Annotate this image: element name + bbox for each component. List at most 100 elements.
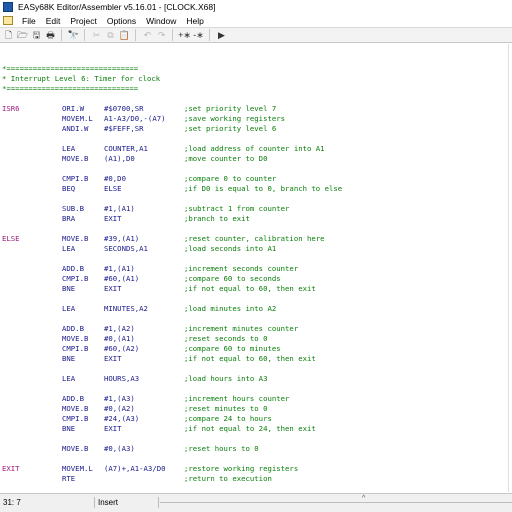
code-line: LEA HOURS,A3 ;load hours into A3 xyxy=(0,374,508,384)
copy-icon[interactable]: ⧉ xyxy=(105,30,116,41)
code-opcode: MOVE.B xyxy=(62,154,89,163)
code-operands: #0,(A2) xyxy=(104,404,135,413)
code-opcode: LEA xyxy=(62,304,76,313)
code-opcode: SUB.B xyxy=(62,204,84,213)
code-opcode: CMPI.B xyxy=(62,274,89,283)
code-opcode: CMPI.B xyxy=(62,414,89,423)
print-icon[interactable]: 🖶 xyxy=(45,30,56,41)
code-line: ISR6 ORI.W #$0700,SR ;set priority level 7 xyxy=(0,104,508,114)
code-opcode: LEA xyxy=(62,244,76,253)
code-operands: (A1),D0 xyxy=(104,154,135,163)
code-line: MOVE.B #0,(A2) ;reset minutes to 0 xyxy=(0,404,508,414)
code-line: LEA SECONDS,A1 ;load seconds into A1 xyxy=(0,244,508,254)
scroll-caret-icon[interactable]: ^ xyxy=(362,495,365,502)
header-comment: *============================== xyxy=(2,84,139,93)
code-opcode: ADD.B xyxy=(62,324,84,333)
open-file-icon[interactable]: 🗁 xyxy=(17,30,28,41)
right-margin-line xyxy=(508,44,509,492)
code-comment: ;increment minutes counter xyxy=(184,324,299,333)
code-operands: EXIT xyxy=(104,354,122,363)
code-opcode: ANDI.W xyxy=(62,124,89,133)
code-line: ANDI.W #$FEFF,SR ;set priority level 6 xyxy=(0,124,508,134)
code-opcode: MOVE.B xyxy=(62,234,89,243)
code-comment: ;restore working registers xyxy=(184,464,299,473)
toolbar: 🗋 🗁 🖫 🖶 🔭 ✂ ⧉ 📋 ↶ ↷ +∗ -∗ ▶ xyxy=(0,27,512,43)
code-line: BRA EXIT ;branch to exit xyxy=(0,214,508,224)
toolbar-separator xyxy=(135,29,136,41)
code-comment: ;load seconds into A1 xyxy=(184,244,277,253)
code-operands: #1,(A1) xyxy=(104,204,135,213)
code-operands: COUNTER,A1 xyxy=(104,144,148,153)
toolbar-separator xyxy=(172,29,173,41)
insert-mode: Insert xyxy=(94,497,156,508)
code-opcode: BNE xyxy=(62,284,76,293)
code-comment: ;if D0 is equal to 0, branch to else xyxy=(184,184,343,193)
cut-icon[interactable]: ✂ xyxy=(91,30,102,41)
code-operands: #0,(A3) xyxy=(104,444,135,453)
code-operands: SECONDS,A1 xyxy=(104,244,148,253)
code-line: RTE ;return to execution xyxy=(0,474,508,484)
code-operands: MINUTES,A2 xyxy=(104,304,148,313)
code-line: CMPI.B #0,D0 ;compare 0 to counter xyxy=(0,174,508,184)
menu-help[interactable]: Help xyxy=(181,16,208,26)
menu-window[interactable]: Window xyxy=(141,16,181,26)
undo-icon[interactable]: ↶ xyxy=(142,30,153,41)
code-comment: ;compare 60 to minutes xyxy=(184,344,281,353)
menu-file[interactable]: File xyxy=(17,16,41,26)
code-operands: EXIT xyxy=(104,284,122,293)
menu-project[interactable]: Project xyxy=(65,16,101,26)
status-bar: 31: 7 Insert ^ xyxy=(0,493,512,512)
code-operands: #24,(A3) xyxy=(104,414,140,423)
code-opcode: CMPI.B xyxy=(62,344,89,353)
code-editor[interactable]: *============================== * Interru… xyxy=(0,44,508,492)
code-line: *============================== xyxy=(0,64,508,74)
code-opcode: MOVE.B xyxy=(62,444,89,453)
toolbar-separator xyxy=(84,29,85,41)
paste-icon[interactable]: 📋 xyxy=(119,30,130,41)
code-comment: ;compare 0 to counter xyxy=(184,174,277,183)
code-opcode: LEA xyxy=(62,374,76,383)
code-comment: ;return to execution xyxy=(184,474,272,483)
code-operands: #60,(A1) xyxy=(104,274,140,283)
horizontal-scrollbar[interactable] xyxy=(160,502,512,508)
comment-remove-icon[interactable]: -∗ xyxy=(193,30,204,41)
code-opcode: MOVE.B xyxy=(62,404,89,413)
code-comment: ;compare 60 to seconds xyxy=(184,274,281,283)
menu-options[interactable]: Options xyxy=(102,16,141,26)
code-comment: ;move counter to D0 xyxy=(184,154,268,163)
code-line: ADD.B #1,(A2) ;increment minutes counter xyxy=(0,324,508,334)
redo-icon[interactable]: ↷ xyxy=(156,30,167,41)
save-icon[interactable]: 🖫 xyxy=(31,30,42,41)
code-comment: ;if not equal to 60, then exit xyxy=(184,354,316,363)
code-label: ISR6 xyxy=(2,104,20,113)
code-line: LEA MINUTES,A2 ;load minutes into A2 xyxy=(0,304,508,314)
assemble-run-icon[interactable]: ▶ xyxy=(216,30,227,41)
code-line: MOVE.B #0,(A1) ;reset seconds to 0 xyxy=(0,334,508,344)
title-bar: EASy68K Editor/Assembler v5.16.01 - [CLO… xyxy=(0,0,512,14)
document-menu-icon[interactable] xyxy=(3,16,13,25)
code-comment: ;increment hours counter xyxy=(184,394,290,403)
code-opcode: BNE xyxy=(62,354,76,363)
code-comment: ;increment seconds counter xyxy=(184,264,299,273)
code-opcode: MOVEM.L xyxy=(62,464,93,473)
header-comment: * Interrupt Level 6: Timer for clock xyxy=(2,74,161,83)
code-line: BNE EXIT ;if not equal to 60, then exit xyxy=(0,284,508,294)
new-file-icon[interactable]: 🗋 xyxy=(3,30,14,41)
code-comment: ;reset seconds to 0 xyxy=(184,334,268,343)
menu-edit[interactable]: Edit xyxy=(41,16,66,26)
app-logo-icon xyxy=(3,2,13,12)
code-label: ELSE xyxy=(2,234,20,243)
code-operands: EXIT xyxy=(104,214,122,223)
code-operands: #0,D0 xyxy=(104,174,126,183)
code-operands: #1,(A2) xyxy=(104,324,135,333)
comment-add-icon[interactable]: +∗ xyxy=(178,30,191,41)
code-line: LEA COUNTER,A1 ;load address of counter in… xyxy=(0,144,508,154)
code-label: EXIT xyxy=(2,464,20,473)
code-comment: ;load address of counter into A1 xyxy=(184,144,325,153)
code-comment: ;set priority level 7 xyxy=(184,104,277,113)
code-comment: ;reset hours to 0 xyxy=(184,444,259,453)
code-opcode: LEA xyxy=(62,144,76,153)
code-opcode: ORI.W xyxy=(62,104,84,113)
code-comment: ;set priority level 6 xyxy=(184,124,277,133)
find-icon[interactable]: 🔭 xyxy=(68,30,79,41)
